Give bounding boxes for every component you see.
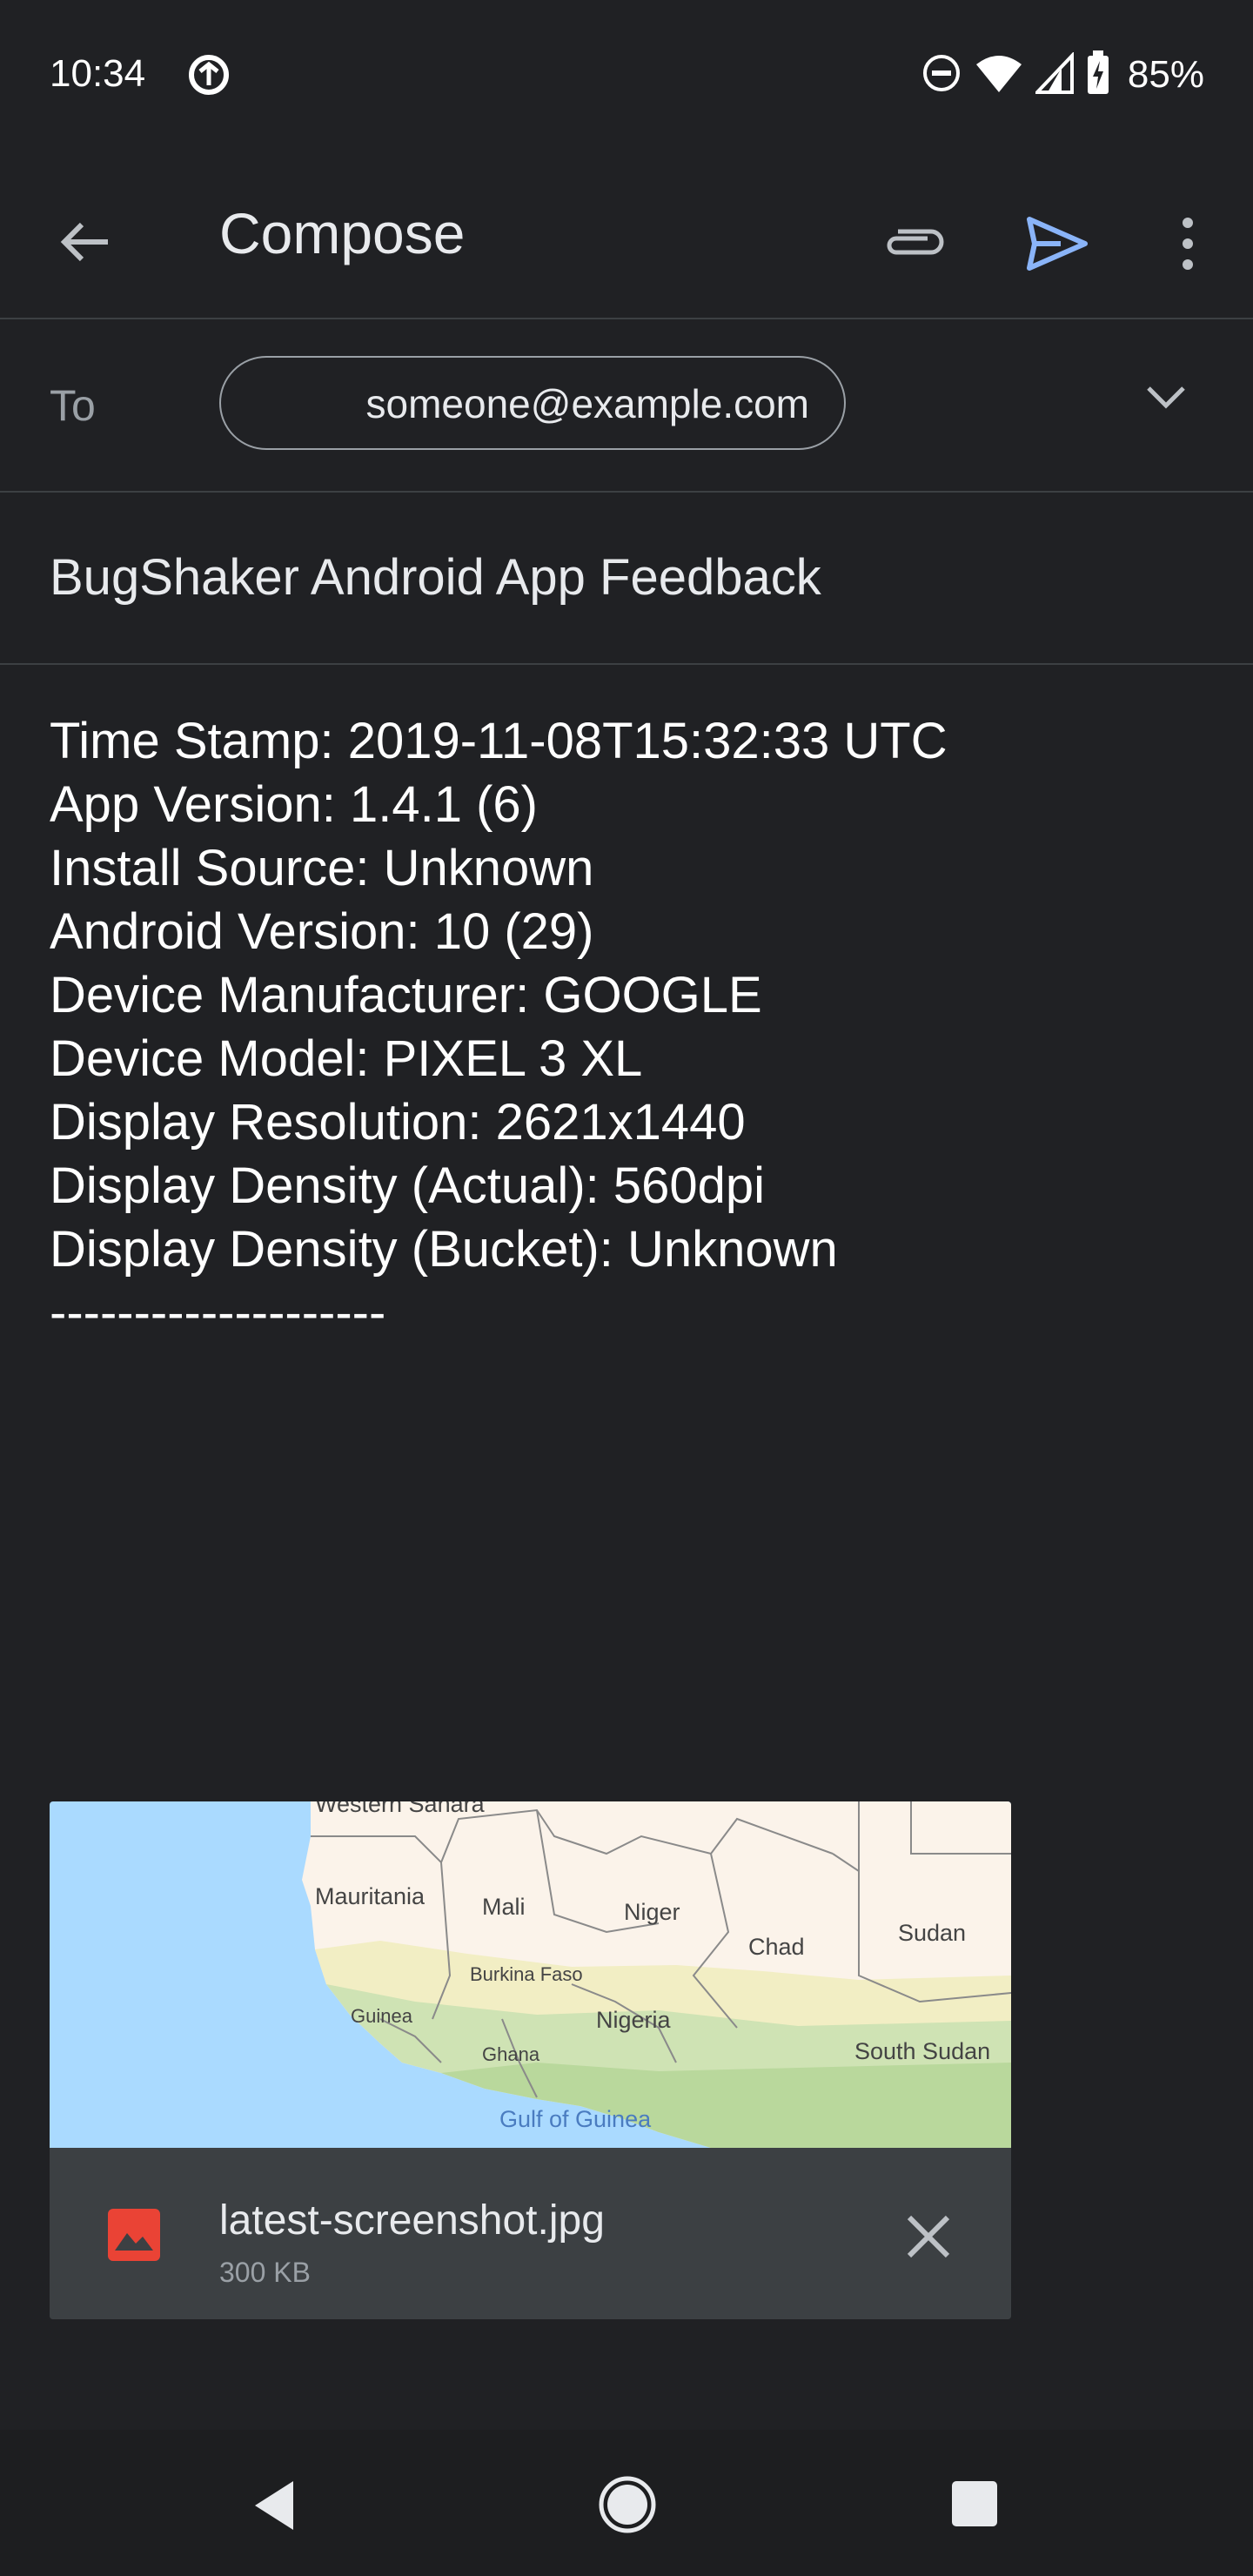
page-title: Compose [219, 201, 466, 265]
message-body[interactable]: Time Stamp: 2019-11-08T15:32:33 UTC App … [50, 709, 1198, 1345]
remove-attachment-button[interactable] [894, 2202, 963, 2271]
body-line: -------------------- [50, 1285, 386, 1341]
map-label: Ghana [482, 2043, 540, 2065]
more-options-button[interactable] [1149, 205, 1227, 283]
attachment-file-name: latest-screenshot.jpg [219, 2197, 605, 2244]
battery-charging-icon [1086, 50, 1110, 100]
recipient-email: someone@example.com [365, 381, 809, 426]
map-label: Chad [748, 1934, 805, 1960]
map-label: Mauritania [315, 1883, 425, 1909]
body-line: Display Density (Bucket): Unknown [50, 1221, 838, 1278]
recipient-chip[interactable]: someone@example.com [219, 356, 846, 450]
attach-button[interactable] [874, 207, 953, 277]
close-icon [907, 2215, 950, 2258]
status-icons: 85% [921, 49, 1204, 101]
nav-back-button[interactable] [244, 2475, 305, 2536]
map-label: Nigeria [596, 2007, 672, 2033]
chevron-down-icon [1147, 386, 1185, 409]
map-label: Western Sahara [315, 1801, 486, 1817]
nav-back-icon [255, 2481, 293, 2530]
body-line: App Version: 1.4.1 (6) [50, 776, 538, 833]
nav-home-button[interactable] [596, 2473, 659, 2536]
wifi-icon [975, 52, 1023, 98]
paperclip-icon [887, 229, 944, 255]
attachment-thumbnail[interactable]: Western Sahara Mauritania Mali Niger Cha… [50, 1801, 1011, 2148]
subject-text: BugShaker Android App Feedback [50, 549, 821, 606]
status-bar: 10:34 85% [0, 0, 1253, 148]
nav-recents-icon [952, 2481, 997, 2526]
map-label: Burkina Faso [470, 1963, 583, 1985]
map-label: Niger [624, 1899, 680, 1925]
attachment-file-size: 300 KB [219, 2257, 311, 2288]
map-label: Guinea [351, 2005, 413, 2027]
body-line: Device Manufacturer: GOOGLE [50, 967, 762, 1023]
nav-home-icon [599, 2476, 656, 2533]
to-row: To someone@example.com [0, 319, 1253, 493]
to-label: To [50, 381, 96, 430]
status-time: 10:34 [50, 52, 146, 95]
image-icon [106, 2207, 162, 2263]
nav-recents-button[interactable] [944, 2473, 1005, 2534]
send-button[interactable] [1018, 205, 1096, 283]
back-button[interactable] [50, 207, 120, 277]
body-line: Display Density (Actual): 560dpi [50, 1157, 766, 1214]
body-line: Device Model: PIXEL 3 XL [50, 1030, 643, 1087]
signal-icon [1033, 50, 1074, 98]
map-label: Sudan [898, 1920, 966, 1946]
body-line: Display Resolution: 2621x1440 [50, 1094, 746, 1150]
system-nav-bar [0, 2430, 1253, 2576]
map-label: Gulf of Guinea [499, 2106, 652, 2132]
body-line: Time Stamp: 2019-11-08T15:32:33 UTC [50, 713, 948, 769]
attachment-card[interactable]: Western Sahara Mauritania Mali Niger Cha… [50, 1801, 1011, 2319]
map-label: Mali [482, 1894, 526, 1920]
subject-field[interactable]: BugShaker Android App Feedback [0, 493, 1253, 665]
do-not-disturb-icon [921, 52, 962, 98]
sync-icon [186, 52, 231, 97]
battery-percent: 85% [1127, 53, 1204, 96]
more-vert-icon [1183, 218, 1193, 270]
expand-recipients-button[interactable] [1136, 367, 1196, 428]
body-line: Android Version: 10 (29) [50, 903, 594, 960]
send-icon [1027, 217, 1088, 271]
map-image: Western Sahara Mauritania Mali Niger Cha… [50, 1801, 1011, 2148]
body-line: Install Source: Unknown [50, 840, 594, 896]
map-label: South Sudan [854, 2038, 990, 2064]
attachment-info: latest-screenshot.jpg 300 KB [50, 2148, 1011, 2319]
back-arrow-icon [60, 222, 108, 262]
app-bar: Compose [0, 174, 1253, 319]
